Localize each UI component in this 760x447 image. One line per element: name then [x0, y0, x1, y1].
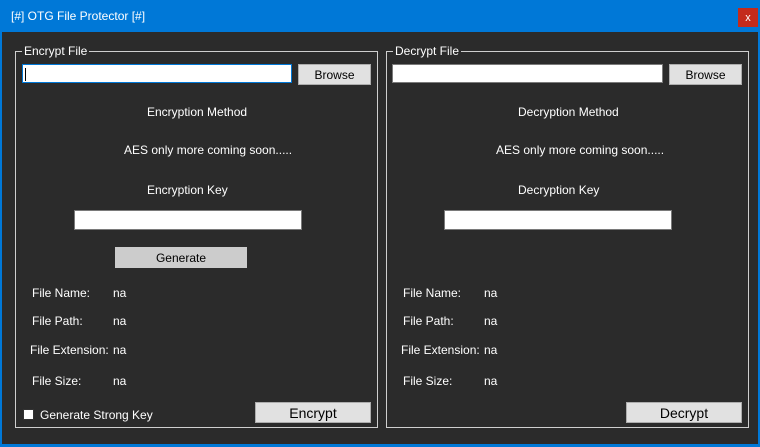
close-icon: x	[745, 11, 751, 24]
decrypt-file-size-label: File Size:	[403, 374, 453, 388]
window-border-left	[0, 32, 2, 447]
decrypt-file-path-label: File Path:	[403, 314, 454, 328]
decrypt-file-path-info-value: na	[484, 314, 498, 328]
decrypt-button-label: Decrypt	[659, 404, 709, 421]
encrypt-group-title: Encrypt File	[22, 44, 90, 58]
decryption-key-input[interactable]	[444, 210, 672, 230]
decrypt-file-path-input[interactable]	[392, 64, 663, 83]
decrypt-group-title: Decrypt File	[393, 44, 462, 58]
encrypt-file-size-value: na	[113, 374, 127, 388]
encrypt-file-extension-value: na	[113, 343, 127, 357]
encryption-key-input[interactable]	[74, 210, 302, 230]
generate-key-label: Generate	[155, 250, 207, 265]
generate-strong-key-label: Generate Strong Key	[40, 408, 153, 422]
encryption-key-label: Encryption Key	[147, 183, 228, 197]
encrypt-file-path-input[interactable]	[22, 64, 292, 83]
encrypt-file-size-label: File Size:	[32, 374, 82, 388]
close-button[interactable]: x	[738, 8, 758, 27]
encrypt-file-extension-label: File Extension:	[30, 343, 109, 357]
decryption-key-label: Decryption Key	[518, 183, 600, 197]
decrypt-file-extension-value: na	[484, 343, 498, 357]
decrypt-file-name-value: na	[484, 286, 498, 300]
encrypt-file-name-value: na	[113, 286, 127, 300]
encrypt-file-path-label: File Path:	[32, 314, 83, 328]
encryption-method-note: AES only more coming soon.....	[124, 143, 293, 157]
encrypt-file-name-label: File Name:	[32, 286, 91, 300]
decrypt-file-extension-label: File Extension:	[401, 343, 480, 357]
encrypt-button-label: Encrypt	[289, 404, 337, 421]
window-title: [#] OTG File Protector [#]	[11, 9, 146, 23]
text-caret	[25, 68, 26, 81]
decrypt-file-name-label: File Name:	[403, 286, 462, 300]
encrypt-file-path-info-value: na	[113, 314, 127, 328]
decrypt-browse-button[interactable]: Browse	[669, 64, 742, 85]
generate-strong-key-checkbox[interactable]	[23, 409, 34, 420]
encrypt-browse-label: Browse	[314, 67, 355, 82]
encrypt-browse-button[interactable]: Browse	[298, 64, 371, 85]
encrypt-button[interactable]: Encrypt	[255, 402, 371, 423]
encryption-method-label: Encryption Method	[147, 105, 248, 119]
decrypt-file-size-value: na	[484, 374, 498, 388]
decrypt-browse-label: Browse	[685, 67, 726, 82]
decrypt-button[interactable]: Decrypt	[626, 402, 742, 423]
decryption-method-note: AES only more coming soon.....	[496, 143, 665, 157]
title-bar[interactable]: [#] OTG File Protector [#] x	[0, 0, 760, 32]
decryption-method-label: Decryption Method	[518, 105, 619, 119]
generate-key-button[interactable]: Generate	[115, 247, 247, 268]
